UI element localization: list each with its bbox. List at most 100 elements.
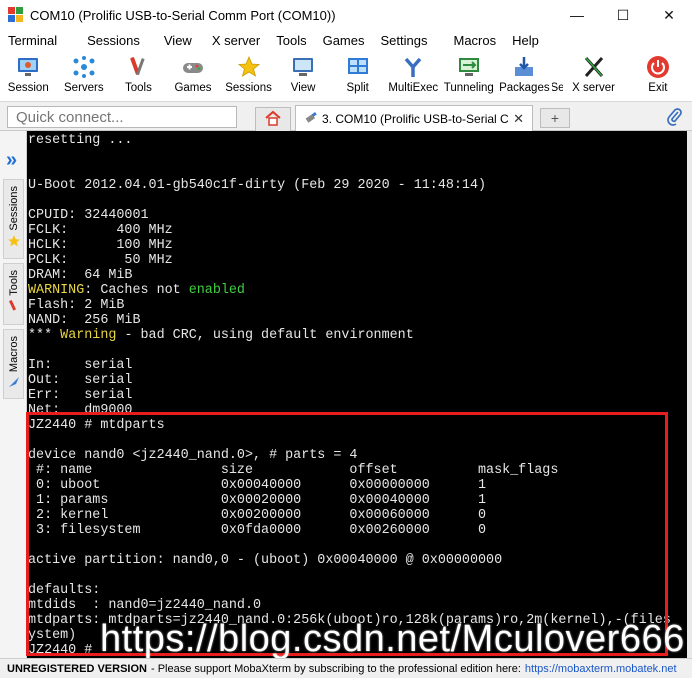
tools-icon [126,55,150,79]
menu-settings[interactable]: Settings [373,33,436,48]
session-tab-label: 3. COM10 (Prolific USB-to-Serial C [322,112,509,126]
terminal-text: Warning [60,328,117,343]
terminal-line: JZ2440 # [28,643,100,658]
terminal-text: DRAM: 64 MiB [28,268,133,283]
terminal-text: *** [28,328,61,343]
toolbar-view-button[interactable]: View [277,51,330,101]
x-server-icon [582,55,606,79]
terminal-text: JZ2440 # mtdparts [28,418,165,433]
terminal-text: Err: serial [28,388,133,403]
menu-sessions[interactable]: Sessions [79,33,148,48]
tab-close-icon[interactable]: ✕ [513,111,524,127]
sidebar-tab-sessions[interactable]: Sessions [3,179,24,259]
session-monitor-icon [16,55,40,79]
menu-macros[interactable]: Macros [445,33,504,48]
terminal-line: Net: dm9000 [28,403,132,418]
terminal-text: 2: kernel 0x00200000 0x00060000 0 [28,508,487,523]
terminal-text: mtdids : nand0=jz2440_nand.0 [28,598,262,613]
window-title: COM10 (Prolific USB-to-Serial Comm Port … [30,7,336,23]
home-tab[interactable] [255,107,291,131]
terminal-line: *** Warning - bad CRC, using default env… [28,328,414,343]
split-grid-icon [346,55,370,79]
toolbar-tools-button[interactable]: Tools [111,51,166,101]
star-icon [7,234,21,251]
terminal-text: JZ2440 # [28,643,101,658]
view-monitor-icon [291,55,315,79]
menu-help[interactable]: Help [504,33,547,48]
toolbar-multiexec-button[interactable]: MultiExec [386,51,441,101]
terminal-text: In: serial [28,358,133,373]
terminal-line: U-Boot 2012.04.01-gb540c1f-dirty (Feb 29… [28,178,486,193]
terminal-text: Flash: 2 MiB [28,298,125,313]
terminal-line: Err: serial [28,388,132,403]
terminal-line: CPUID: 32440001 [28,208,149,223]
terminal-text: FCLK: 400 MHz [28,223,173,238]
settings-icon [552,55,564,79]
terminal-text: ystem) [28,628,77,643]
terminal-line: 3: filesystem 0x0fda0000 0x00260000 0 [28,523,486,538]
double-chevron-right-icon[interactable]: » [6,149,17,172]
terminal-output[interactable]: resetting ... U-Boot 2012.04.01-gb540c1f-… [27,131,687,658]
terminal-line: Flash: 2 MiB [28,298,124,313]
minimize-button[interactable]: — [554,0,600,30]
toolbar-sessions-button[interactable]: Sessions [220,51,277,101]
terminal-line: JZ2440 # mtdparts [28,418,165,433]
terminal-line: defaults: [28,583,100,598]
menu-bar: Terminal Sessions View X server Tools Ga… [0,30,692,51]
paperclip-icon[interactable] [666,108,684,129]
toolbar-packages-button[interactable]: Packages [497,51,552,101]
terminal-line: ystem) [28,628,76,643]
macro-arrow-icon [7,375,21,392]
toolbar-settings-button[interactable]: Se [552,51,564,101]
terminal-line: active partition: nand0,0 - (uboot) 0x00… [28,553,502,568]
status-message: - Please support MobaXterm by subscribin… [150,662,521,675]
terminal-line: Out: serial [28,373,132,388]
menu-games[interactable]: Games [315,33,373,48]
menu-view[interactable]: View [156,33,200,48]
close-button[interactable]: ✕ [646,0,692,30]
terminal-text: active partition: nand0,0 - (uboot) 0x00… [28,553,503,568]
terminal-line: HCLK: 100 MHz [28,238,173,253]
terminal-line: mtdparts: mtdparts=jz2440_nand.0:256k(ub… [28,613,671,628]
menu-terminal[interactable]: Terminal [0,33,65,48]
toolbar: Session Servers Tools Games Sessions Vie… [0,51,692,101]
terminal-text: enabled [188,283,245,298]
sidebar-tab-tools[interactable]: Tools [3,263,24,325]
terminal-text: 0: uboot 0x00040000 0x00000000 1 [28,478,487,493]
tab-com10-session[interactable]: 3. COM10 (Prolific USB-to-Serial C ✕ [295,105,533,132]
terminal-scrollbar[interactable] [687,131,692,658]
sidebar-tab-macros[interactable]: Macros [3,329,24,399]
session-tabs-bar: 3. COM10 (Prolific USB-to-Serial C ✕ + [0,101,692,132]
terminal-text: HCLK: 100 MHz [28,238,173,253]
new-tab-button[interactable]: + [540,108,570,128]
menu-tools[interactable]: Tools [268,33,314,48]
plus-icon: + [550,110,560,126]
toolbar-x-server-button[interactable]: X server [563,51,623,101]
terminal-line: In: serial [28,358,132,373]
terminal-text: Out: serial [28,373,133,388]
terminal-text: defaults: [28,583,101,598]
terminal-text: U-Boot 2012.04.01-gb540c1f-dirty (Feb 29… [28,178,487,193]
terminal-line: FCLK: 400 MHz [28,223,173,238]
terminal-text: Net: dm9000 [28,403,133,418]
toolbar-servers-button[interactable]: Servers [57,51,112,101]
menu-x-server[interactable]: X server [204,33,268,48]
terminal-text: 3: filesystem 0x0fda0000 0x00260000 0 [28,523,487,538]
toolbar-tunneling-button[interactable]: Tunneling [441,51,498,101]
quick-connect-input[interactable] [7,106,237,128]
star-icon [237,55,261,79]
games-gamepad-icon [181,55,205,79]
unregistered-label: UNREGISTERED VERSION [7,662,147,675]
maximize-button[interactable]: ☐ [600,0,646,30]
terminal-line: 0: uboot 0x00040000 0x00000000 1 [28,478,486,493]
toolbar-games-button[interactable]: Games [166,51,221,101]
toolbar-session-button[interactable]: Session [0,51,57,101]
toolbar-split-button[interactable]: Split [329,51,386,101]
terminal-line: 1: params 0x00020000 0x00040000 1 [28,493,486,508]
terminal-line: mtdids : nand0=jz2440_nand.0 [28,598,261,613]
power-icon [646,55,670,79]
mobaxterm-link[interactable]: https://mobaxterm.mobatek.net [525,663,677,675]
terminal-text: #: name size offset mask_flags [28,463,559,478]
toolbar-exit-button[interactable]: Exit [624,51,692,101]
terminal-line: DRAM: 64 MiB [28,268,132,283]
